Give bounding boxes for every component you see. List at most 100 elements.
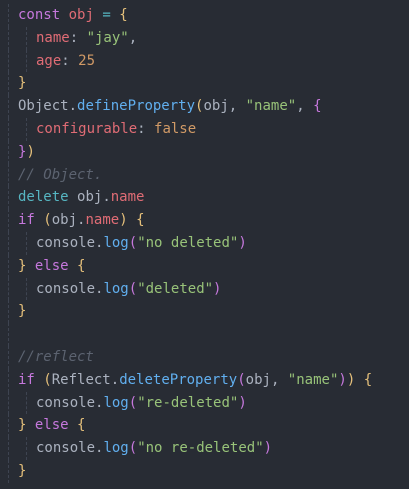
code-token: { xyxy=(119,7,128,23)
indent-guide xyxy=(8,300,9,324)
indent-guide xyxy=(8,72,9,96)
code-line[interactable]: Object.defineProperty(obj, "name", { xyxy=(0,95,409,118)
code-token: name xyxy=(85,212,120,229)
code-line[interactable]: console.log("no re-deleted") xyxy=(0,437,409,460)
code-token: "jay" xyxy=(86,29,129,46)
indent-guide xyxy=(8,4,9,27)
code-token: log xyxy=(103,394,129,411)
code-token: obj xyxy=(77,189,103,206)
code-line[interactable]: }) xyxy=(0,140,409,164)
code-line[interactable]: delete obj.name xyxy=(0,186,409,210)
code-line[interactable]: console.log("re-deleted") xyxy=(0,391,409,415)
indent-guides xyxy=(0,300,60,324)
code-line[interactable]: } xyxy=(0,459,409,483)
code-token: : xyxy=(69,29,87,46)
code-line[interactable] xyxy=(0,323,409,346)
code-token: // Object. xyxy=(18,166,103,183)
code-line[interactable]: age: 25 xyxy=(0,49,409,73)
code-token: . xyxy=(102,189,111,206)
code-lines: const obj = {name: "jay", age: 25} Object.… xyxy=(0,4,409,483)
code-line[interactable]: console.log("no deleted") xyxy=(0,231,409,255)
indent-guide xyxy=(8,368,9,392)
code-token: ) xyxy=(213,280,222,297)
code-token: Reflect xyxy=(51,371,111,388)
code-line[interactable]: name: "jay", xyxy=(0,26,409,50)
indent-guide xyxy=(8,209,9,232)
indent-guide xyxy=(8,323,9,346)
code-line[interactable]: } xyxy=(0,72,409,96)
code-token: { xyxy=(136,212,145,229)
code-line[interactable]: const obj = { xyxy=(0,4,409,27)
indent-guide xyxy=(26,231,27,255)
code-token: { xyxy=(77,417,86,434)
indent-guides xyxy=(0,72,60,96)
code-token: ( xyxy=(237,371,246,388)
indent-guide xyxy=(26,391,27,415)
code-token: ( xyxy=(128,440,138,457)
code-token: obj xyxy=(245,371,271,388)
indent-guide xyxy=(8,163,9,187)
code-token: obj xyxy=(203,98,229,115)
indent-guides xyxy=(0,323,60,346)
indent-guide xyxy=(8,117,9,141)
code-token: log xyxy=(103,280,129,297)
code-token: ) xyxy=(119,212,128,229)
code-token: "no re-deleted" xyxy=(137,440,264,457)
indent-guide xyxy=(8,459,9,483)
code-token: , xyxy=(228,98,246,115)
code-line[interactable]: // Object. xyxy=(0,163,409,187)
code-line[interactable]: } else { xyxy=(0,254,409,278)
indent-guide xyxy=(8,277,9,301)
code-token: obj xyxy=(51,212,78,229)
indent-guide xyxy=(26,437,27,460)
code-line[interactable]: if (obj.name) { xyxy=(0,209,409,232)
indent-guide xyxy=(26,277,27,301)
indent-guides xyxy=(0,459,60,483)
code-token: { xyxy=(313,98,322,115)
code-line[interactable]: } xyxy=(0,300,409,324)
code-token: console xyxy=(36,440,96,457)
code-token: else xyxy=(34,417,69,434)
code-editor[interactable]: const obj = {name: "jay", age: 25} Object.… xyxy=(0,0,409,489)
code-token: "deleted" xyxy=(137,280,214,297)
code-token: 25 xyxy=(78,52,96,69)
code-token: , xyxy=(270,371,288,388)
code-token: console xyxy=(36,234,96,251)
indent-guide xyxy=(26,49,27,73)
code-line[interactable]: if (Reflect.deleteProperty(obj, "name"))… xyxy=(0,368,409,392)
indent-guide xyxy=(8,437,9,460)
code-line[interactable]: } else { xyxy=(0,414,409,438)
code-token: "re-deleted" xyxy=(137,394,239,411)
code-token: log xyxy=(103,440,129,457)
code-token: name xyxy=(110,189,145,206)
code-token: : xyxy=(61,52,79,69)
code-token: ) xyxy=(238,234,247,251)
code-token: } xyxy=(18,303,27,320)
code-line[interactable]: console.log("deleted") xyxy=(0,277,409,301)
code-token: age xyxy=(36,52,62,69)
code-token: name xyxy=(36,29,70,46)
code-line[interactable]: configurable: false xyxy=(0,117,409,141)
code-token: ( xyxy=(128,394,138,411)
indent-guide xyxy=(8,140,9,164)
code-token: if xyxy=(18,371,35,388)
code-token: { xyxy=(363,371,373,388)
indent-guide xyxy=(8,186,9,210)
code-token: ( xyxy=(128,280,138,297)
code-token: , xyxy=(128,29,138,46)
code-token: defineProperty xyxy=(77,98,196,115)
code-token: console xyxy=(36,280,96,297)
code-line[interactable]: //reflect xyxy=(0,345,409,369)
code-token: deleteProperty xyxy=(119,371,238,388)
code-token: else xyxy=(34,257,69,274)
code-token: const xyxy=(18,7,61,23)
indent-guide xyxy=(8,391,9,415)
code-token: . xyxy=(110,371,120,388)
code-token: //reflect xyxy=(18,348,94,365)
code-token: obj xyxy=(68,7,94,23)
